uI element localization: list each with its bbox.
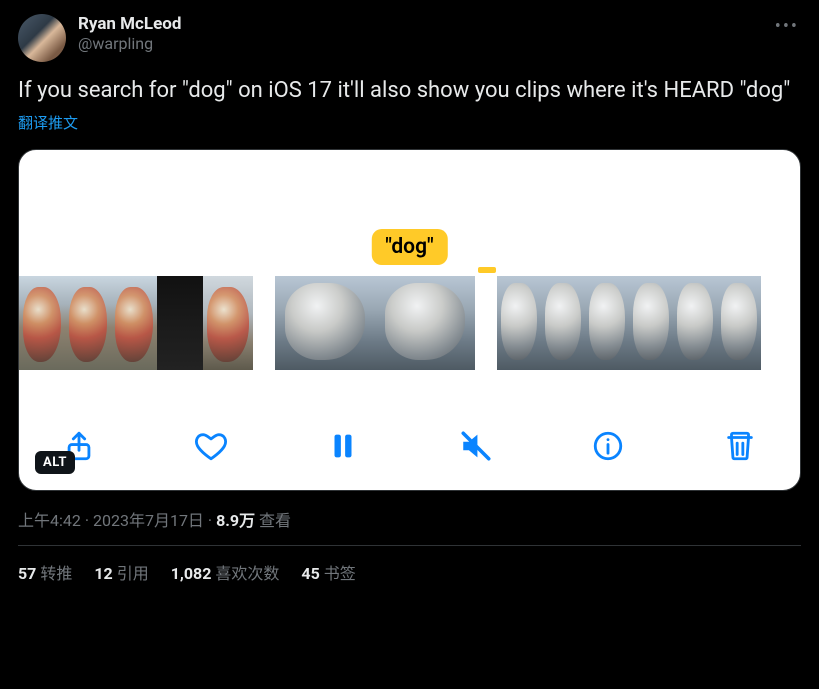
views-label: 查看 — [255, 511, 291, 530]
heart-button[interactable] — [189, 424, 233, 468]
stats-row: 57转推 12引用 1,082喜欢次数 45书签 — [18, 546, 801, 584]
mute-icon — [459, 429, 493, 463]
clip-group-2[interactable] — [275, 276, 475, 370]
trash-button[interactable] — [718, 424, 762, 468]
time[interactable]: 上午4:42 — [18, 511, 81, 530]
clip-group-1[interactable] — [19, 276, 253, 370]
avatar[interactable] — [18, 14, 66, 62]
tweet-text: If you search for "dog" on iOS 17 it'll … — [18, 76, 801, 106]
user-block[interactable]: Ryan McLeod @warpling — [78, 14, 773, 54]
handle: @warpling — [78, 34, 773, 53]
media-toolbar — [19, 424, 800, 468]
media-attachment[interactable]: "dog" — [18, 149, 801, 491]
more-button[interactable]: ••• — [773, 14, 801, 39]
search-tooltip: "dog" — [371, 229, 447, 265]
tweet-meta: 上午4:42 · 2023年7月17日 · 8.9万 查看 — [18, 507, 801, 531]
tweet-header: Ryan McLeod @warpling ••• — [18, 14, 801, 62]
clip-group-3[interactable] — [497, 276, 761, 370]
mute-button[interactable] — [454, 424, 498, 468]
bookmarks-stat[interactable]: 45书签 — [301, 560, 355, 584]
date[interactable]: 2023年7月17日 — [93, 511, 204, 530]
likes-stat[interactable]: 1,082喜欢次数 — [171, 560, 280, 584]
clip-marker — [478, 267, 496, 273]
translate-link[interactable]: 翻译推文 — [18, 112, 801, 133]
tweet-container: Ryan McLeod @warpling ••• If you search … — [0, 0, 819, 584]
retweets-stat[interactable]: 57转推 — [18, 560, 72, 584]
clip-timeline[interactable] — [19, 276, 800, 370]
info-button[interactable] — [586, 424, 630, 468]
heart-icon — [194, 429, 228, 463]
views-count: 8.9万 — [216, 511, 255, 530]
display-name: Ryan McLeod — [78, 14, 773, 34]
pause-button[interactable] — [321, 424, 365, 468]
info-icon — [591, 429, 625, 463]
pause-icon — [326, 429, 360, 463]
alt-badge[interactable]: ALT — [35, 451, 75, 474]
trash-icon — [723, 429, 757, 463]
quotes-stat[interactable]: 12引用 — [94, 560, 148, 584]
